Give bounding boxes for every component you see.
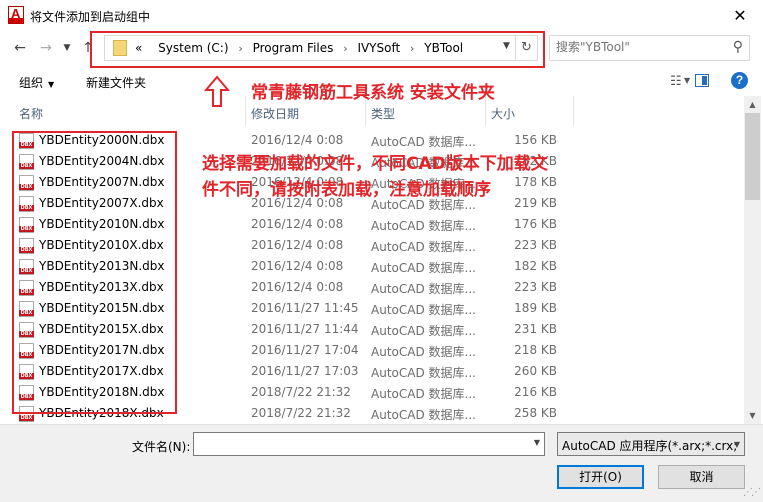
file-size: 216 KB [514, 385, 557, 399]
autocad-app-icon: A [8, 6, 24, 24]
search-input[interactable] [556, 40, 721, 54]
help-icon[interactable]: ? [731, 72, 748, 89]
column-divider[interactable] [573, 96, 574, 126]
column-divider[interactable] [245, 96, 246, 126]
open-button[interactable]: 打开(O) [557, 465, 644, 489]
resize-grip-icon[interactable]: ⋰⋰ [743, 487, 761, 498]
address-highlight-box [90, 31, 545, 68]
annotation-install-folder: 常青藤钢筋工具系统 安装文件夹 [251, 83, 495, 103]
sort-ascending-icon: ⌃ [124, 96, 133, 103]
annotation-select-files-line1: 选择需要加载的文件，不同CAD版本下加载文 [202, 154, 548, 174]
file-date: 2016/11/27 11:45 [251, 301, 359, 315]
file-date: 2016/12/4 0:08 [251, 280, 344, 294]
file-date: 2016/11/27 17:03 [251, 364, 359, 378]
file-date: 2018/7/22 21:32 [251, 385, 351, 399]
column-header-size[interactable]: 大小 [491, 105, 515, 122]
file-size: 218 KB [514, 343, 557, 357]
scrollbar-thumb[interactable] [745, 113, 760, 200]
file-size: 156 KB [514, 133, 557, 147]
filename-chevron-down-icon[interactable]: ▼ [534, 438, 540, 447]
view-options-icon[interactable]: ☷ [670, 74, 682, 89]
organize-label: 组织 [19, 76, 44, 90]
filename-input[interactable] [198, 434, 520, 454]
dialog-footer: 文件名(N): ▼ AutoCAD 应用程序(*.arx;*.crx; ▼ 打开… [0, 424, 763, 502]
filetype-value: AutoCAD 应用程序(*.arx;*.crx; [562, 439, 738, 453]
back-arrow-icon[interactable]: ← [10, 37, 30, 59]
organize-menu-button[interactable]: 组织 ▼ [19, 74, 54, 91]
filetype-select[interactable]: AutoCAD 应用程序(*.arx;*.crx; ▼ [557, 432, 745, 456]
filetype-chevron-down-icon[interactable]: ▼ [734, 440, 740, 449]
title-bar: A 将文件添加到启动组中 ✕ [0, 0, 763, 31]
recent-locations-chevron-icon[interactable]: ▼ [60, 37, 74, 59]
file-date: 2016/12/4 0:08 [251, 133, 344, 147]
vertical-scrollbar[interactable]: ▲ ▼ [744, 96, 761, 424]
new-folder-button[interactable]: 新建文件夹 [86, 74, 146, 91]
view-chevron-down-icon[interactable]: ▼ [684, 76, 690, 85]
window-title: 将文件添加到启动组中 [30, 10, 151, 24]
file-date: 2016/12/4 0:08 [251, 259, 344, 273]
forward-arrow-icon[interactable]: → [36, 37, 56, 59]
file-size: 258 KB [514, 406, 557, 420]
file-size: 231 KB [514, 322, 557, 336]
close-button[interactable]: ✕ [717, 0, 763, 31]
column-header-name[interactable]: 名称 [19, 105, 43, 122]
file-size: 223 KB [514, 238, 557, 252]
scroll-up-icon[interactable]: ▲ [744, 96, 761, 113]
search-box[interactable]: ⚲ [549, 35, 750, 61]
file-date: 2016/11/27 17:04 [251, 343, 359, 357]
filename-combobox[interactable]: ▼ [193, 432, 545, 456]
file-size: 176 KB [514, 217, 557, 231]
file-date: 2016/11/27 11:44 [251, 322, 359, 336]
column-header-date[interactable]: 修改日期 [251, 105, 299, 122]
file-list-highlight-box [12, 131, 177, 414]
file-size: 223 KB [514, 280, 557, 294]
annotation-up-arrow-icon [204, 75, 230, 107]
file-date: 2018/7/22 21:32 [251, 406, 351, 420]
search-icon[interactable]: ⚲ [733, 39, 743, 55]
annotation-select-files-line2: 件不同，请按附表加载，注意加载顺序 [202, 180, 491, 200]
file-size: 189 KB [514, 301, 557, 315]
file-size: 182 KB [514, 259, 557, 273]
file-date: 2016/12/4 0:08 [251, 238, 344, 252]
chevron-down-icon: ▼ [48, 80, 55, 89]
filename-label: 文件名(N): [132, 440, 191, 454]
scroll-down-icon[interactable]: ▼ [744, 407, 761, 424]
column-header-type[interactable]: 类型 [371, 105, 395, 122]
preview-pane-icon[interactable] [695, 74, 709, 87]
file-date: 2016/12/4 0:08 [251, 217, 344, 231]
file-size: 260 KB [514, 364, 557, 378]
cancel-button[interactable]: 取消 [658, 465, 745, 489]
